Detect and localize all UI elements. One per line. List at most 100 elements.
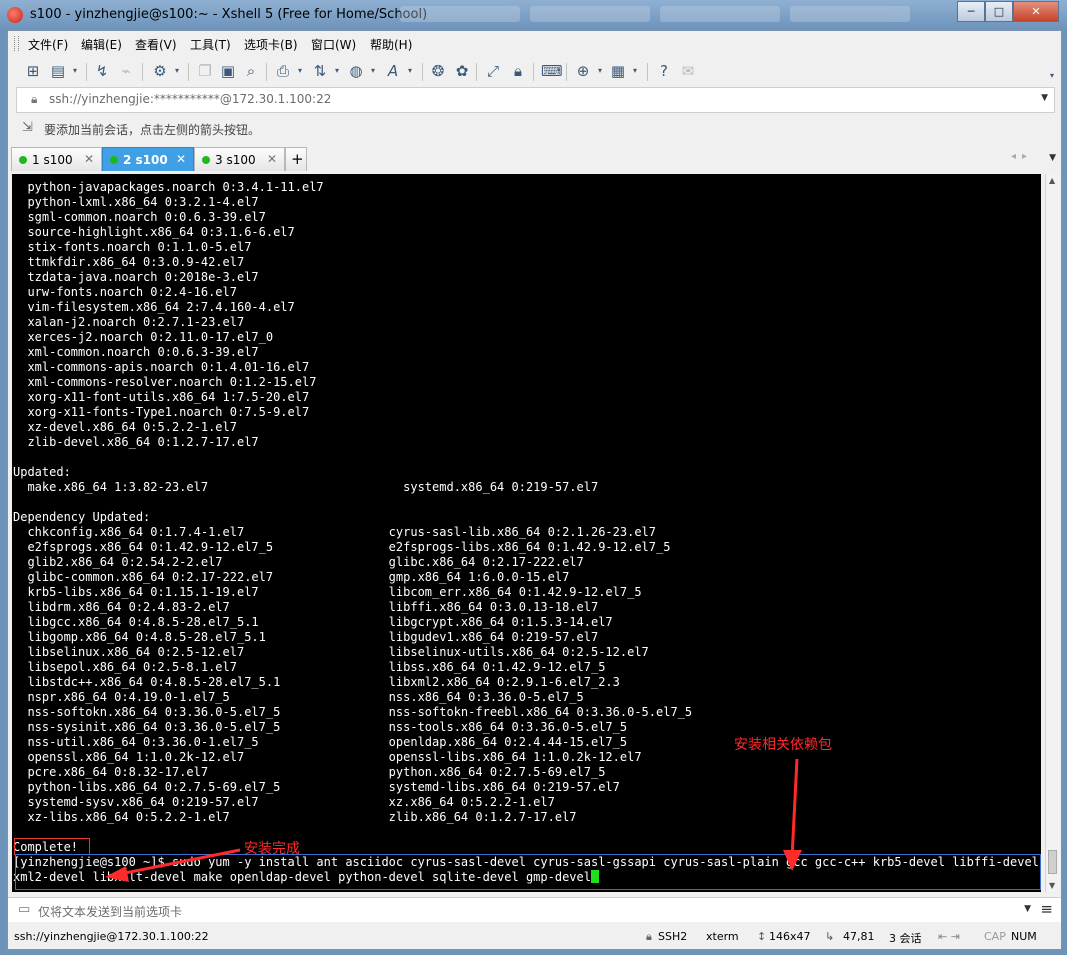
session-hint-bar: ⇲ 要添加当前会话，点击左侧的箭头按钮。 — [16, 115, 1053, 141]
open-dropdown-icon[interactable]: ▾ — [66, 62, 84, 80]
window-controls: ─ □ ✕ — [957, 1, 1059, 22]
terminal-view[interactable]: python-javapackages.noarch 0:3.4.1-11.el… — [12, 174, 1041, 892]
menu-grip[interactable] — [14, 36, 19, 51]
connected-status-icon — [202, 156, 210, 164]
transfer-dropdown-icon[interactable]: ▾ — [328, 62, 346, 80]
status-num: NUM — [1011, 930, 1037, 943]
padlock-icon: 🔒︎ — [31, 92, 38, 106]
find-icon[interactable]: ⌕ — [242, 62, 260, 80]
xmanager-icon[interactable]: ✿ — [453, 62, 471, 80]
tab-label: 1 s100 — [32, 153, 73, 167]
maximize-button[interactable]: □ — [985, 1, 1013, 22]
minimize-button[interactable]: ─ — [957, 1, 985, 22]
menu-edit[interactable]: 编辑(E) — [81, 36, 122, 53]
chat-icon: ✉ — [681, 62, 695, 80]
reconnect-icon[interactable]: ↯ — [93, 62, 111, 80]
background-taskbar — [400, 6, 940, 24]
arrow-head-command — [783, 850, 802, 871]
connected-status-icon — [110, 156, 118, 164]
compose-input[interactable]: 仅将文本发送到当前选项卡 — [38, 903, 182, 920]
globe-icon[interactable]: ◍ — [347, 62, 365, 80]
compose-icon[interactable]: ▭ — [18, 902, 30, 917]
globe-dropdown-icon[interactable]: ▾ — [364, 62, 382, 80]
fullscreen-icon[interactable]: ⤢ — [484, 62, 502, 80]
font-icon[interactable]: A — [384, 62, 402, 80]
open-folder-icon[interactable]: ▤ — [49, 62, 67, 80]
arrow-head-complete — [105, 866, 129, 882]
compose-bar[interactable]: ▭ 仅将文本发送到当前选项卡 ▼ ≡ — [8, 897, 1061, 922]
title-bar: s100 - yinzhengjie@s100:~ - Xshell 5 (Fr… — [0, 0, 1067, 30]
lock-status-icon: 🔒︎ — [646, 930, 652, 943]
scroll-up-icon[interactable]: ▲ — [1049, 176, 1055, 185]
xftp-icon[interactable]: ❂ — [429, 62, 447, 80]
print-dropdown-icon[interactable]: ▾ — [291, 62, 309, 80]
add-tab-dropdown-icon[interactable]: ▾ — [591, 62, 609, 80]
status-caps: CAP — [984, 930, 1006, 943]
tab-label: 3 s100 — [215, 153, 256, 167]
tab-close-icon[interactable]: ✕ — [84, 152, 94, 166]
tab-close-icon[interactable]: ✕ — [176, 152, 186, 166]
menu-bar: 文件(F) 编辑(E) 查看(V) 工具(T) 选项卡(B) 窗口(W) 帮助(… — [8, 31, 1061, 55]
properties-icon[interactable]: ⚙ — [151, 62, 169, 80]
properties-dropdown-icon[interactable]: ▾ — [168, 62, 186, 80]
address-input[interactable]: ssh://yinzhengjie:***********@172.30.1.1… — [49, 92, 331, 106]
session-hint-text: 要添加当前会话，点击左侧的箭头按钮。 — [44, 123, 261, 137]
tab-list-dropdown-icon[interactable]: ▼ — [1049, 153, 1056, 163]
arrow-to-command — [790, 758, 799, 859]
menu-view[interactable]: 查看(V) — [135, 36, 177, 53]
status-size: 146x47 — [769, 930, 811, 943]
disconnect-icon: ⌁ — [121, 62, 131, 80]
xshell-logo-icon — [7, 7, 23, 23]
plus-icon: + — [291, 150, 304, 168]
add-session-arrow-icon[interactable]: ⇲ — [22, 120, 33, 135]
font-dropdown-icon[interactable]: ▾ — [401, 62, 419, 80]
tab-close-icon[interactable]: ✕ — [267, 152, 277, 166]
scroll-down-icon[interactable]: ▼ — [1049, 881, 1055, 890]
layout-icon[interactable]: ▦ — [609, 62, 627, 80]
menu-tools[interactable]: 工具(T) — [190, 36, 231, 53]
close-button[interactable]: ✕ — [1013, 1, 1059, 22]
copy-icon: ❐ — [198, 62, 212, 80]
app-frame: 文件(F) 编辑(E) 查看(V) 工具(T) 选项卡(B) 窗口(W) 帮助(… — [7, 30, 1062, 950]
terminal-scrollbar[interactable]: ▲ ▼ — [1045, 174, 1060, 892]
help-icon[interactable]: ? — [655, 62, 673, 80]
menu-help[interactable]: 帮助(H) — [370, 36, 412, 53]
tab-label: 2 s100 — [123, 153, 168, 167]
compose-menu-icon[interactable]: ≡ — [1040, 900, 1053, 918]
tab-session-3[interactable]: 3 s100 ✕ — [194, 147, 285, 171]
compose-dropdown-icon[interactable]: ▼ — [1024, 904, 1031, 914]
layout-dropdown-icon[interactable]: ▾ — [626, 62, 644, 80]
paste-icon[interactable]: ▣ — [219, 62, 237, 80]
address-bar[interactable]: 🔒︎ ssh://yinzhengjie:***********@172.30.… — [16, 87, 1055, 113]
toolbar-overflow-icon[interactable]: ▾ — [1043, 67, 1061, 85]
resize-icon: ↕ — [757, 930, 767, 943]
status-terminal-type: xterm — [706, 930, 739, 943]
tab-scroll-arrows-icon[interactable]: ◂▸ — [1011, 151, 1033, 162]
status-connection: ssh://yinzhengjie@172.30.1.100:22 — [14, 930, 209, 943]
status-cursor-position: 47,81 — [843, 930, 875, 943]
keyboard-icon[interactable]: ⌨ — [541, 62, 563, 80]
lock-icon[interactable]: 🔒︎ — [509, 62, 527, 80]
arrow-to-complete — [119, 848, 241, 876]
connected-status-icon — [19, 156, 27, 164]
status-nav-arrows-icon[interactable]: ⇤ ⇥ — [938, 930, 960, 943]
menu-tabs[interactable]: 选项卡(B) — [244, 36, 298, 53]
new-tab-button[interactable]: + — [285, 147, 307, 171]
add-tab-icon[interactable]: ⊕ — [574, 62, 592, 80]
status-bar: ssh://yinzhengjie@172.30.1.100:22 🔒︎ SSH… — [8, 925, 1061, 947]
menu-file[interactable]: 文件(F) — [28, 36, 68, 53]
tab-session-1[interactable]: 1 s100 ✕ — [11, 147, 102, 171]
tab-bar: 1 s100 ✕ 2 s100 ✕ 3 s100 ✕ + ◂▸ ▼ — [8, 146, 1061, 172]
toolbar: ⊞ ▤ ▾ ↯ ⌁ ⚙ ▾ ❐ ▣ ⌕ ⎙ ▾ ⇅ ▾ ◍ ▾ A ▾ ❂ ✿ … — [8, 57, 1061, 87]
scroll-thumb[interactable] — [1048, 850, 1057, 874]
status-protocol: SSH2 — [658, 930, 688, 943]
tab-session-2[interactable]: 2 s100 ✕ — [102, 147, 194, 171]
menu-window[interactable]: 窗口(W) — [311, 36, 356, 53]
address-dropdown-icon[interactable]: ▼ — [1041, 93, 1048, 103]
status-sessions: 3 会话 — [889, 932, 922, 945]
transfer-icon[interactable]: ⇅ — [311, 62, 329, 80]
window-title: s100 - yinzhengjie@s100:~ - Xshell 5 (Fr… — [30, 7, 428, 22]
new-session-icon[interactable]: ⊞ — [24, 62, 42, 80]
print-icon[interactable]: ⎙ — [274, 62, 292, 80]
cursor-position-icon: ↳ — [825, 930, 835, 943]
